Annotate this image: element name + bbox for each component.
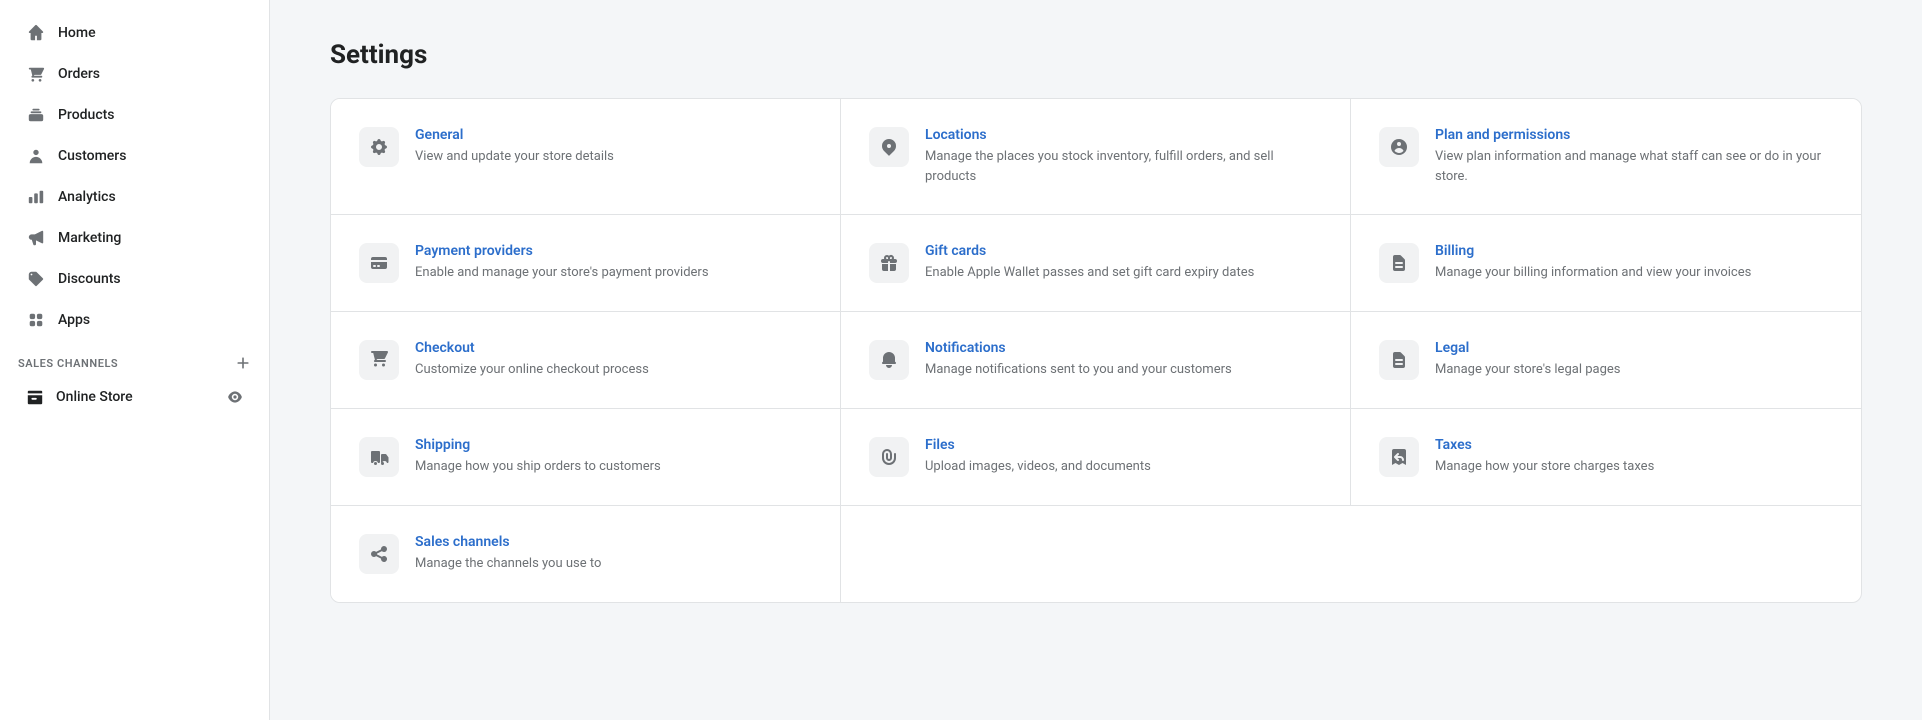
payment-settings-icon [359,243,399,283]
billing-settings-icon [1379,243,1419,283]
sidebar-item-discounts[interactable]: Discounts [8,259,261,299]
sidebar-item-label: Customers [58,148,243,164]
settings-item-desc: Manage the places you stock inventory, f… [925,147,1322,186]
settings-item-desc: Enable Apple Wallet passes and set gift … [925,263,1322,283]
settings-item-desc: Manage how you ship orders to customers [415,457,812,477]
settings-item-title: Locations [925,127,1322,143]
settings-item-desc: Upload images, videos, and documents [925,457,1322,477]
bell-settings-icon [869,340,909,380]
legal-settings-icon [1379,340,1419,380]
home-icon [26,23,46,43]
discounts-icon [26,269,46,289]
share-settings-icon [359,534,399,574]
settings-item-shipping[interactable]: Shipping Manage how you ship orders to c… [331,409,841,506]
customers-icon [26,146,46,166]
paperclip-settings-icon [869,437,909,477]
online-store-nav-item[interactable]: Online Store [8,378,261,416]
sales-channels-label: SALES CHANNELS [18,357,118,370]
location-settings-icon [869,127,909,167]
sidebar-item-marketing[interactable]: Marketing [8,218,261,258]
receipt-settings-icon [1379,437,1419,477]
sidebar-item-orders[interactable]: Orders [8,54,261,94]
sidebar-item-label: Apps [58,312,243,328]
settings-item-taxes[interactable]: Taxes Manage how your store charges taxe… [1351,409,1861,506]
settings-item-title: Payment providers [415,243,812,259]
settings-item-payment-providers[interactable]: Payment providers Enable and manage your… [331,215,841,312]
sidebar-item-label: Orders [58,66,243,82]
settings-item-desc: View plan information and manage what st… [1435,147,1833,186]
sidebar-item-analytics[interactable]: Analytics [8,177,261,217]
settings-item-title: Notifications [925,340,1322,356]
settings-item-title: Legal [1435,340,1833,356]
online-store-icon [26,388,44,406]
settings-item-title: Billing [1435,243,1833,259]
settings-item-title: Gift cards [925,243,1322,259]
settings-item-desc: Customize your online checkout process [415,360,812,380]
marketing-icon [26,228,46,248]
sales-channels-header: SALES CHANNELS [0,341,269,377]
online-store-label: Online Store [56,389,133,405]
settings-item-locations[interactable]: Locations Manage the places you stock in… [841,99,1351,215]
checkout-settings-icon [359,340,399,380]
sidebar-item-home[interactable]: Home [8,13,261,53]
settings-item-gift-cards[interactable]: Gift cards Enable Apple Wallet passes an… [841,215,1351,312]
settings-item-title: General [415,127,812,143]
sidebar-item-customers[interactable]: Customers [8,136,261,176]
settings-item-title: Sales channels [415,534,812,550]
settings-item-title: Plan and permissions [1435,127,1833,143]
analytics-icon [26,187,46,207]
settings-item-title: Taxes [1435,437,1833,453]
sidebar-item-label: Analytics [58,189,243,205]
settings-item-desc: Enable and manage your store's payment p… [415,263,812,283]
settings-item-desc: Manage your billing information and view… [1435,263,1833,283]
sidebar-item-apps[interactable]: Apps [8,300,261,340]
settings-item-title: Shipping [415,437,812,453]
online-store-preview-button[interactable] [227,389,243,405]
settings-item-plan-permissions[interactable]: Plan and permissions View plan informati… [1351,99,1861,215]
sidebar-item-products[interactable]: Products [8,95,261,135]
settings-item-desc: View and update your store details [415,147,812,167]
main-content: Settings General View and update your st… [270,0,1922,720]
add-sales-channel-button[interactable] [235,355,251,371]
settings-item-desc: Manage notifications sent to you and you… [925,360,1322,380]
settings-item-sales-channels[interactable]: Sales channels Manage the channels you u… [331,506,841,602]
sidebar-item-label: Discounts [58,271,243,287]
settings-item-desc: Manage the channels you use to [415,554,812,574]
settings-item-files[interactable]: Files Upload images, videos, and documen… [841,409,1351,506]
settings-item-notifications[interactable]: Notifications Manage notifications sent … [841,312,1351,409]
sidebar-item-label: Marketing [58,230,243,246]
page-title: Settings [330,40,1862,70]
settings-item-billing[interactable]: Billing Manage your billing information … [1351,215,1861,312]
settings-grid: General View and update your store detai… [331,99,1861,602]
truck-settings-icon [359,437,399,477]
orders-icon [26,64,46,84]
settings-item-desc: Manage your store's legal pages [1435,360,1833,380]
gear-settings-icon [359,127,399,167]
settings-item-title: Checkout [415,340,812,356]
person-circle-settings-icon [1379,127,1419,167]
sidebar-item-label: Products [58,107,243,123]
settings-card: General View and update your store detai… [330,98,1862,603]
settings-item-title: Files [925,437,1322,453]
sidebar-item-label: Home [58,25,243,41]
sidebar: Home Orders Products Customers Analytics… [0,0,270,720]
apps-icon [26,310,46,330]
settings-item-desc: Manage how your store charges taxes [1435,457,1833,477]
gift-settings-icon [869,243,909,283]
settings-item-checkout[interactable]: Checkout Customize your online checkout … [331,312,841,409]
products-icon [26,105,46,125]
settings-item-general[interactable]: General View and update your store detai… [331,99,841,215]
settings-item-legal[interactable]: Legal Manage your store's legal pages [1351,312,1861,409]
